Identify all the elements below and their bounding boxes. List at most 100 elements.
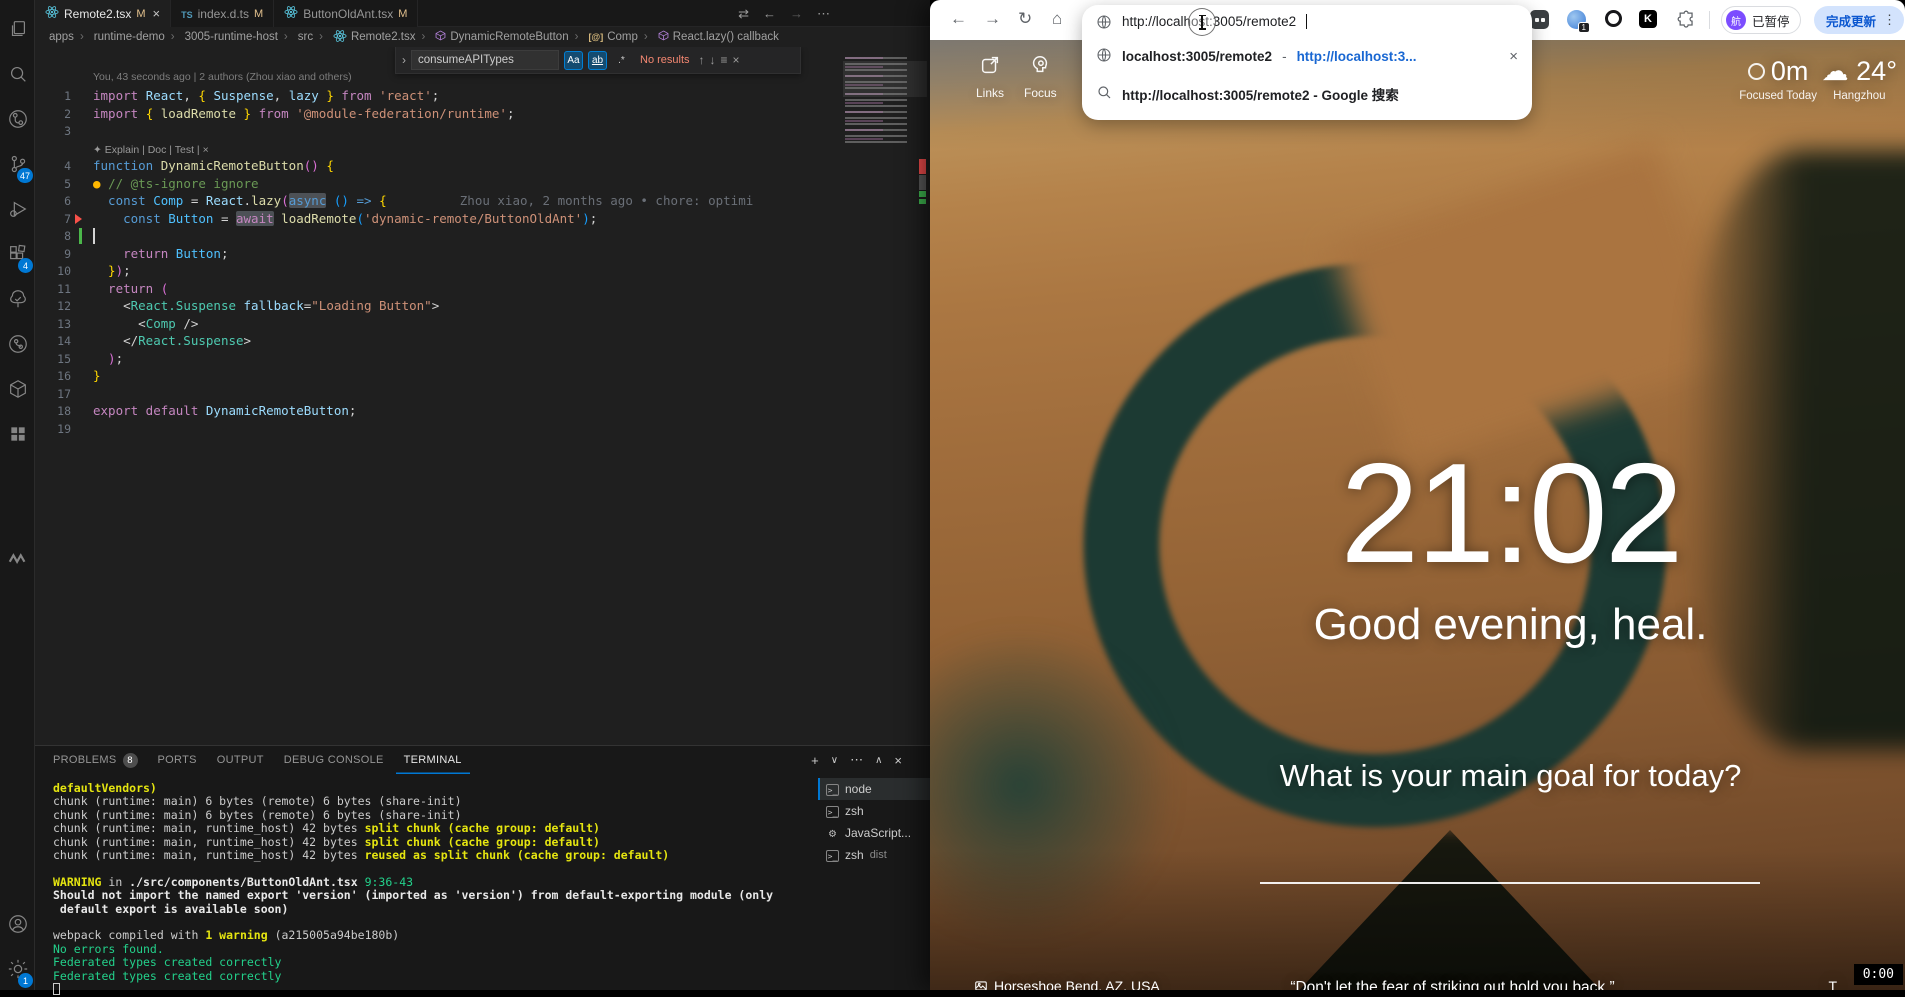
problems-badge: 8: [123, 753, 138, 768]
go-back-icon[interactable]: ←: [763, 6, 776, 21]
extensions-puzzle-icon[interactable]: [1677, 10, 1696, 34]
line-number: 9: [35, 246, 71, 264]
gitlens-icon[interactable]: [0, 100, 35, 138]
find-prev-icon[interactable]: ↑: [699, 53, 705, 67]
search-icon[interactable]: [0, 55, 35, 93]
breadcrumb-item[interactable]: apps: [49, 31, 74, 43]
ruler-added-mark: [919, 191, 926, 197]
focused-today-widget[interactable]: 0m Focused Today: [1739, 56, 1817, 102]
extensions-icon[interactable]: 4: [0, 235, 35, 273]
breadcrumb-item[interactable]: DynamicRemoteButton: [416, 30, 569, 44]
grid-icon[interactable]: [0, 415, 35, 453]
close-tab-icon[interactable]: ×: [153, 6, 161, 21]
panel-tab-ports[interactable]: PORTS: [150, 746, 205, 774]
source-control-icon[interactable]: 47: [0, 145, 35, 183]
regex-toggle[interactable]: .*: [612, 51, 631, 70]
code-line: 11 return (: [35, 280, 930, 298]
panel-tab-output[interactable]: OUTPUT: [209, 746, 272, 774]
terminal-line: chunk (runtime: main) 6 bytes (remote) 6…: [53, 795, 773, 808]
more-actions-icon[interactable]: ⋯: [817, 6, 830, 22]
react-icon: [333, 29, 347, 46]
remove-suggestion-icon[interactable]: ×: [1509, 48, 1518, 65]
editor-tab[interactable]: Remote2.tsxM×: [35, 0, 171, 27]
match-case-toggle[interactable]: Aa: [564, 51, 583, 70]
new-terminal-icon[interactable]: +: [811, 753, 819, 768]
panel-close-icon[interactable]: ×: [894, 753, 902, 768]
bottom-panel: PROBLEMS8PORTSOUTPUTDEBUG CONSOLETERMINA…: [35, 745, 930, 990]
explorer-icon[interactable]: [0, 10, 35, 48]
editor-tab[interactable]: TSindex.d.tsM: [171, 0, 274, 27]
panel-tab-debug-console[interactable]: DEBUG CONSOLE: [276, 746, 392, 774]
terminal-list-item[interactable]: >_zshdist: [818, 844, 930, 866]
domino-extension-icon[interactable]: [1530, 10, 1549, 29]
breadcrumb-item[interactable]: 3005-runtime-host: [165, 31, 278, 43]
browser-menu-icon[interactable]: ⋮: [1883, 12, 1896, 28]
links-button[interactable]: Links: [976, 54, 1004, 100]
finish-update-button[interactable]: 完成更新 ⋮: [1814, 6, 1904, 34]
panel-maximize-icon[interactable]: ∧: [875, 755, 882, 766]
breadcrumb-item[interactable]: runtime-demo: [74, 31, 165, 43]
terminal-list-item[interactable]: >_node: [818, 778, 930, 800]
find-input[interactable]: consumeAPITypes: [411, 50, 559, 70]
accounts-icon[interactable]: [0, 905, 35, 943]
breadcrumb-item[interactable]: [@]Comp: [569, 31, 638, 43]
panel-more-icon[interactable]: ⋯: [850, 752, 863, 768]
toolbar-divider: [1709, 11, 1710, 29]
codelens-actions[interactable]: ✦ Explain | Doc | Test | ×: [93, 144, 209, 156]
breadcrumb-item[interactable]: Remote2.tsx: [313, 29, 415, 46]
settings-gear-icon[interactable]: 1: [0, 950, 35, 988]
k-extension-icon[interactable]: K: [1639, 10, 1657, 28]
find-next-icon[interactable]: ↓: [710, 53, 716, 67]
code-line: 12 <React.Suspense fallback="Loading But…: [35, 297, 930, 315]
terminal-list-item[interactable]: ⚙JavaScript...: [818, 822, 930, 844]
clock: 21:02: [930, 432, 1905, 596]
settings-badge: 1: [18, 973, 33, 988]
browser-home-icon[interactable]: ⌂: [1052, 9, 1062, 29]
cloud-icon: ☁: [1822, 56, 1849, 86]
panel-tab-terminal[interactable]: TERMINAL: [396, 746, 470, 774]
paused-pill-button[interactable]: 航 已暂停: [1721, 6, 1801, 34]
code-line: 1import React, { Suspense, lazy } from '…: [35, 87, 930, 105]
omnibox-suggestion[interactable]: http://localhost:3005/remote2 - Google 搜…: [1082, 75, 1532, 112]
line-number: 12: [35, 298, 71, 316]
omnibox-suggestion[interactable]: localhost:3005/remote2 - http://localhos…: [1082, 38, 1532, 75]
terminal-dropdown-icon[interactable]: ∨: [831, 755, 838, 766]
code-editor[interactable]: You, 43 seconds ago | 2 authors (Zhou xi…: [35, 47, 930, 745]
terminal-output[interactable]: defaultVendors)chunk (runtime: main) 6 b…: [53, 782, 773, 997]
code-line: 7 const Button = await loadRemote('dynam…: [35, 210, 930, 228]
browser-back-icon[interactable]: ←: [950, 9, 967, 29]
minimap[interactable]: [843, 55, 927, 149]
whole-word-toggle[interactable]: ab: [588, 51, 607, 70]
todo-link[interactable]: T: [1828, 978, 1837, 990]
open-changes-icon[interactable]: ⇄: [738, 6, 749, 22]
goal-input[interactable]: [1260, 882, 1760, 884]
run-debug-icon[interactable]: [0, 190, 35, 228]
panel-tab-problems[interactable]: PROBLEMS8: [45, 746, 146, 774]
ruler-mark: [919, 175, 926, 190]
address-bar[interactable]: http://localhost:3005/remote2: [1082, 5, 1532, 38]
terminal-list-item[interactable]: >_zsh: [818, 800, 930, 822]
container-tools-icon[interactable]: [0, 370, 35, 408]
m-squiggle-icon[interactable]: [0, 540, 35, 578]
circle-extension-icon[interactable]: [1605, 10, 1622, 27]
go-forward-icon[interactable]: →: [790, 6, 803, 21]
weather-widget[interactable]: ☁ 24° Hangzhou: [1822, 56, 1897, 102]
editor-tab[interactable]: ButtonOldAnt.tsxM: [274, 0, 418, 27]
find-in-selection-icon[interactable]: ≡: [721, 53, 728, 67]
terminal-line: default export is available soon): [53, 903, 773, 916]
vscode-window: 47 4 1 Remote2.tsxM: [0, 0, 930, 990]
find-close-icon[interactable]: ×: [733, 53, 740, 67]
browser-reload-icon[interactable]: ↻: [1018, 9, 1032, 29]
debug-icon: ⚙: [826, 826, 839, 840]
code-line: 5● // @ts-ignore ignore: [35, 175, 930, 193]
breadcrumb-item[interactable]: src: [278, 31, 313, 43]
translate-extension-icon[interactable]: 1: [1567, 10, 1586, 29]
focus-button[interactable]: Focus: [1024, 54, 1057, 100]
term-icon: >_: [826, 782, 839, 797]
find-expand-icon[interactable]: ›: [402, 53, 406, 67]
codelens-row[interactable]: ✦ Explain | Doc | Test | ×: [35, 140, 930, 158]
breadcrumb-item[interactable]: React.lazy() callback: [638, 30, 779, 44]
browser-forward-icon[interactable]: →: [984, 9, 1001, 29]
gitlens-inspect-icon[interactable]: [0, 325, 35, 363]
todo-tree-icon[interactable]: [0, 280, 35, 318]
